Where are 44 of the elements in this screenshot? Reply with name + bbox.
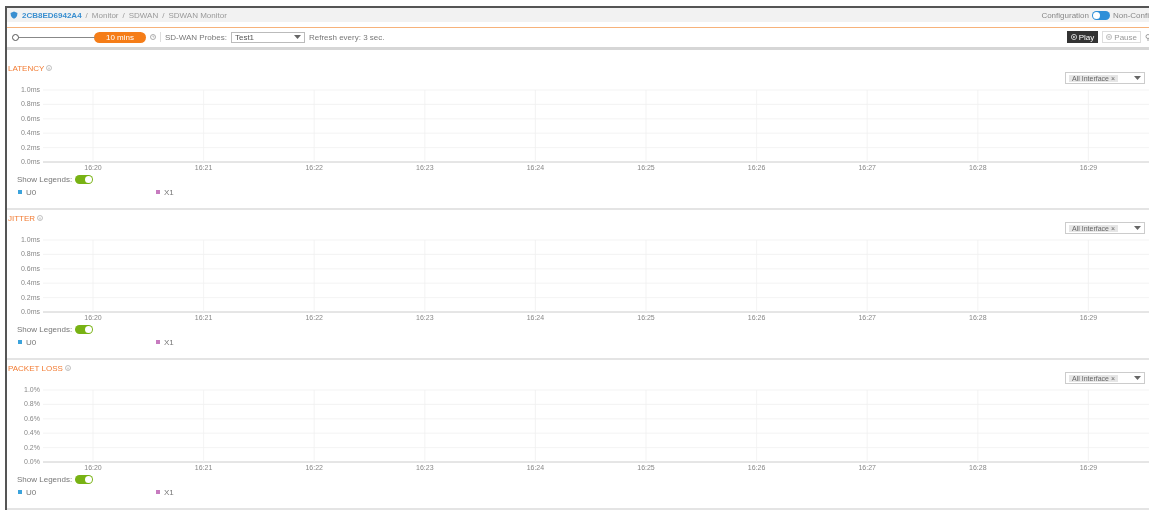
caret-icon (1134, 376, 1141, 380)
probes-label: SD-WAN Probes: (165, 32, 227, 42)
legend-label[interactable]: X1 (164, 337, 174, 347)
legend-toggle[interactable] (75, 175, 94, 184)
slider-thumb[interactable] (12, 34, 19, 41)
switch-label: Non-Confi (1113, 10, 1149, 20)
show-legends-label: Show Legends: (17, 475, 73, 484)
panel-title: PACKET LOSS (8, 363, 63, 373)
clock-icon (150, 34, 156, 40)
time-slider[interactable] (15, 34, 95, 40)
info-icon (64, 365, 71, 371)
legend-label[interactable]: U0 (26, 187, 37, 197)
shield-icon (10, 11, 18, 19)
mode-switch[interactable] (1092, 10, 1110, 20)
refresh-text: Refresh every: 3 sec. (308, 32, 385, 42)
probe-dropdown[interactable]: Test1 (230, 31, 305, 43)
caret-icon (1134, 226, 1141, 230)
show-legends-label: Show Legends: (17, 175, 73, 184)
breadcrumb-item: SDWAN Monitor (168, 10, 227, 20)
legend-label[interactable]: X1 (164, 487, 174, 497)
caret-icon (1134, 76, 1141, 80)
device-link[interactable]: 2CB8ED6942A4 (22, 10, 82, 20)
panel-title: JITTER (8, 213, 36, 223)
info-icon (37, 215, 44, 221)
range-handle[interactable]: 10 mins (94, 31, 146, 43)
legend-label[interactable]: U0 (26, 487, 37, 497)
breadcrumb-separator: / (122, 10, 125, 20)
play-icon (1070, 34, 1077, 40)
legend-label[interactable]: U0 (26, 337, 37, 347)
breadcrumb-separator: / (162, 10, 165, 20)
switch-label: Configuration (1041, 10, 1089, 20)
info-icon (46, 65, 53, 71)
legend-toggle[interactable] (75, 475, 94, 484)
pause-button[interactable]: Pause (1102, 31, 1141, 43)
breadcrumb-item[interactable]: SDWAN (128, 10, 159, 20)
show-legends-label: Show Legends: (17, 325, 73, 334)
panel-title: LATENCY (8, 63, 45, 73)
legend-label[interactable]: X1 (164, 187, 174, 197)
pause-icon (1106, 34, 1113, 40)
breadcrumb-item[interactable]: Monitor (91, 10, 119, 20)
legend-toggle[interactable] (75, 325, 94, 334)
play-button[interactable]: Play (1066, 31, 1099, 43)
breadcrumb-separator: / (85, 10, 88, 20)
caret-icon (293, 35, 301, 39)
